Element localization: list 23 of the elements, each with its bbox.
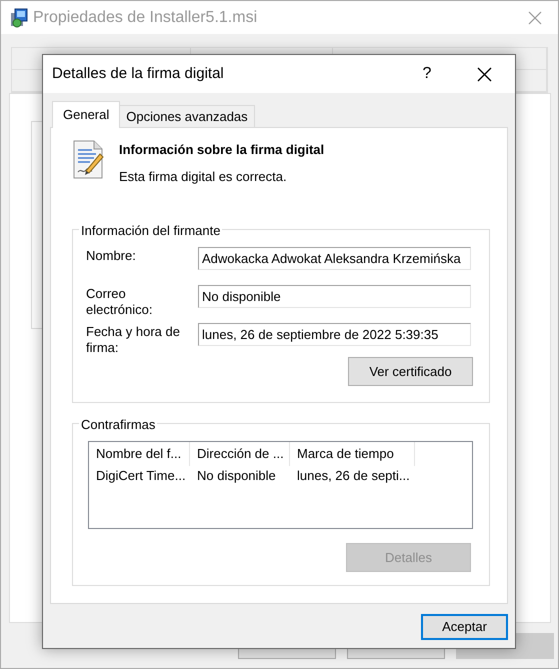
close-button[interactable] [477,66,493,82]
table-cell-text: No disponible [196,467,277,485]
button[interactable]: Ver certificado [348,357,473,386]
ok-button[interactable]: Aceptar [421,614,508,640]
installer-icon [9,8,29,28]
help-button[interactable]: ? [419,62,435,86]
tab[interactable]: General [52,101,120,128]
table-cell-text: DigiCert Time... [95,467,187,485]
column-header[interactable]: Nombre del f... [89,442,190,466]
text-field[interactable]: Adwokacka Adwokat Aleksandra Krzemińska [198,247,471,270]
header-title: Información sobre la firma digital [119,141,324,159]
column-header[interactable]: Marca de tiempo [290,442,415,466]
dialog-title: Detalles de la firma digital [52,64,224,84]
window-title: Propiedades de Installer5.1.msi [33,8,258,28]
text-field[interactable]: lunes, 26 de septiembre de 2022 5:39:35 [198,323,471,346]
field-label: Correo electrónico: [86,285,154,318]
tab[interactable]: Opciones avanzadas [119,105,255,127]
field-label: Nombre: [86,247,137,264]
table-cell-text: lunes, 26 de septi... [296,467,411,485]
column-header[interactable]: Dirección de ... [190,442,290,466]
status-message: Esta firma digital es correcta. [119,168,288,186]
text-field[interactable]: No disponible [198,285,471,308]
field-label: Fecha y hora de firma: [86,323,181,356]
